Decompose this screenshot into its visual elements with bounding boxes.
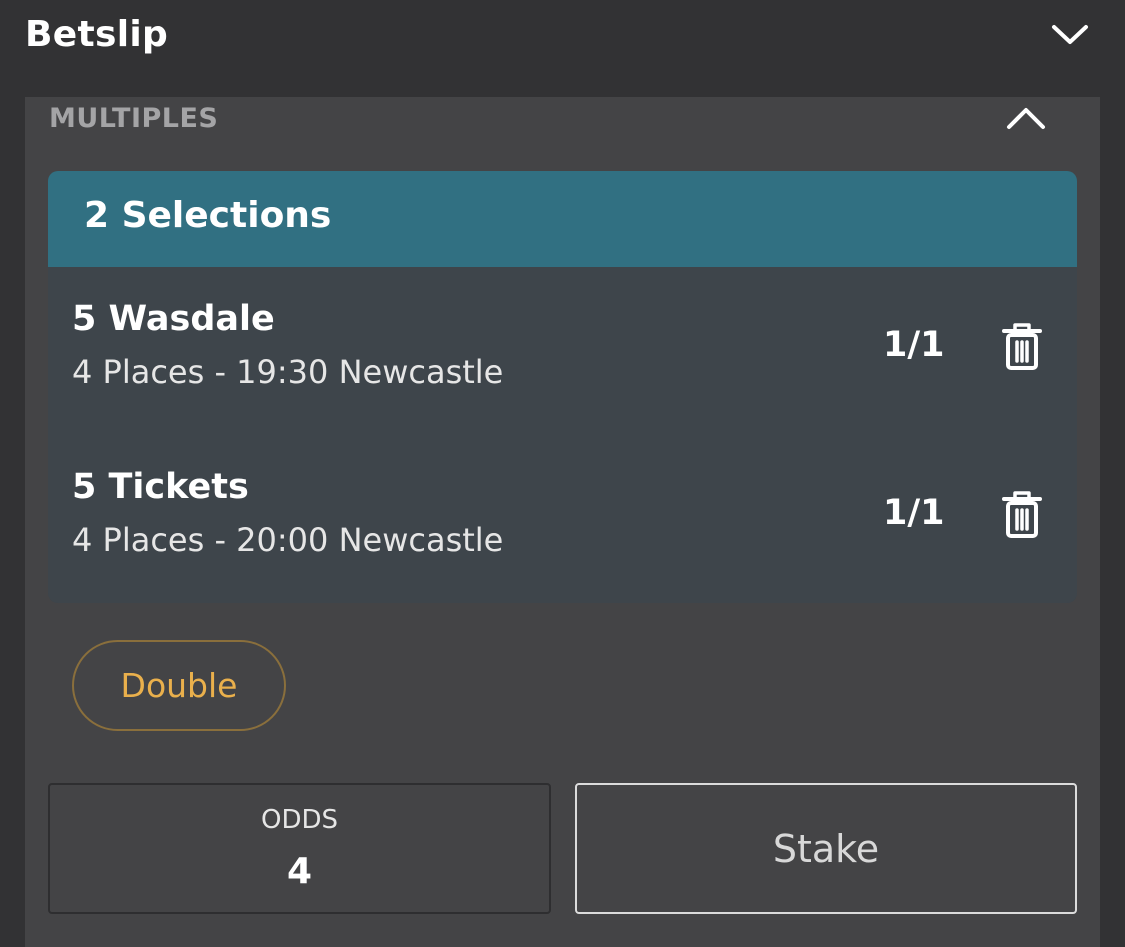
multiples-title: MULTIPLES	[49, 103, 219, 134]
stake-input[interactable]: Stake	[575, 783, 1077, 914]
chevron-down-icon[interactable]	[1050, 16, 1090, 56]
selection-odds: 1/1	[883, 493, 945, 533]
selection-item: 5 Tickets 4 Places - 20:00 Newcastle 1/1	[48, 435, 1077, 603]
selections-header: 2 Selections	[48, 171, 1077, 267]
trash-icon[interactable]	[1001, 323, 1043, 371]
selection-detail: 4 Places - 19:30 Newcastle	[72, 353, 504, 391]
chevron-up-icon[interactable]	[1005, 97, 1047, 139]
betslip-header: Betslip	[0, 0, 1125, 97]
trash-icon[interactable]	[1001, 491, 1043, 539]
selections-count: 2 Selections	[84, 195, 332, 236]
betslip-title: Betslip	[25, 14, 169, 55]
selection-name: 5 Tickets	[72, 467, 249, 507]
odds-value: 4	[286, 851, 313, 892]
double-bet-button[interactable]: Double	[72, 640, 286, 731]
multiples-panel: MULTIPLES 2 Selections 5 Wasdale 4 Place…	[25, 97, 1100, 947]
odds-label: ODDS	[260, 805, 338, 835]
selection-name: 5 Wasdale	[72, 299, 275, 339]
selection-item: 5 Wasdale 4 Places - 19:30 Newcastle 1/1	[48, 267, 1077, 435]
selection-odds: 1/1	[883, 325, 945, 365]
selections-card: 2 Selections 5 Wasdale 4 Places - 19:30 …	[48, 171, 1077, 603]
odds-display: ODDS 4	[48, 783, 551, 914]
selection-detail: 4 Places - 20:00 Newcastle	[72, 521, 504, 559]
